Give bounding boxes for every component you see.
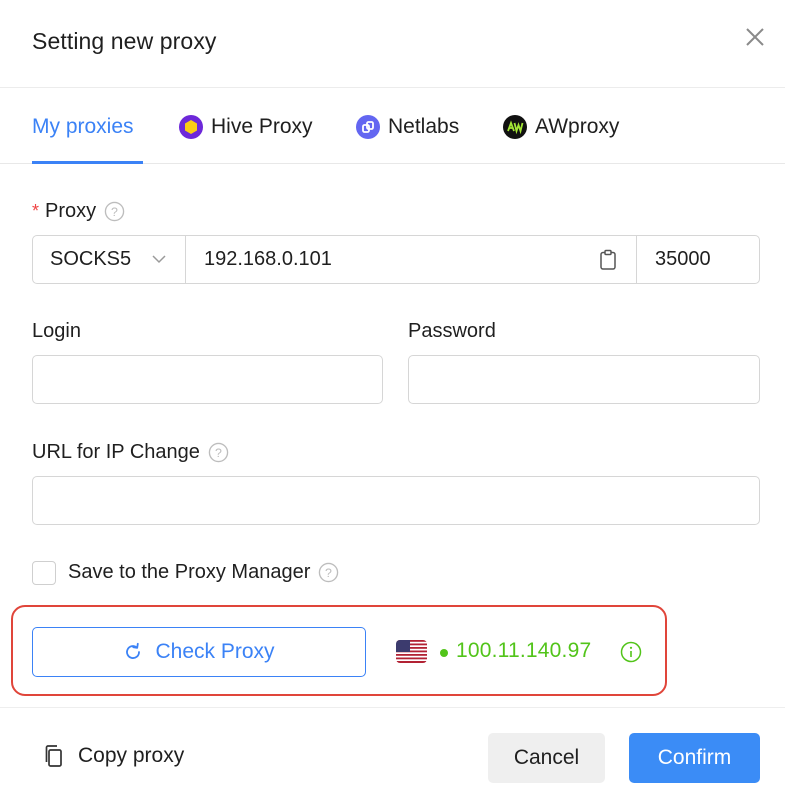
save-to-manager-text: Save to the Proxy Manager bbox=[68, 561, 311, 583]
dialog-header: Setting new proxy bbox=[0, 0, 785, 88]
save-to-manager-label: Save to the Proxy Manager ? bbox=[68, 561, 339, 584]
proxy-label: * Proxy ? bbox=[32, 200, 125, 223]
tab-netlabs[interactable]: Netlabs bbox=[356, 112, 459, 162]
proxy-input-group: SOCKS5 192.168.0.101 35000 bbox=[32, 235, 760, 284]
help-icon[interactable]: ? bbox=[208, 442, 229, 463]
confirm-button[interactable]: Confirm bbox=[629, 733, 760, 783]
copy-icon bbox=[45, 745, 62, 767]
netlabs-logo-icon bbox=[356, 115, 380, 139]
required-mark: * bbox=[32, 201, 40, 221]
help-icon[interactable]: ? bbox=[104, 201, 125, 222]
check-result-ip: 100.11.140.97 bbox=[456, 639, 592, 662]
footer-divider bbox=[0, 707, 785, 708]
save-to-manager-checkbox[interactable] bbox=[32, 561, 56, 585]
copy-proxy-label: Copy proxy bbox=[78, 744, 185, 767]
proxy-port-value: 35000 bbox=[655, 248, 711, 270]
proxy-port-input[interactable]: 35000 bbox=[637, 236, 759, 283]
tab-my-proxies[interactable]: My proxies bbox=[32, 112, 134, 162]
check-proxy-button[interactable]: Check Proxy bbox=[32, 627, 366, 677]
tab-label: My proxies bbox=[32, 115, 134, 138]
check-proxy-label: Check Proxy bbox=[155, 640, 275, 663]
active-tab-indicator bbox=[32, 161, 143, 164]
proxy-type-select[interactable]: SOCKS5 bbox=[33, 236, 186, 283]
tab-awproxy[interactable]: AWproxy bbox=[503, 112, 619, 162]
tab-label: Hive Proxy bbox=[211, 115, 313, 138]
provider-tabs: My proxies Hive Proxy Netlabs AWproxy bbox=[0, 88, 785, 164]
ip-change-url-label-text: URL for IP Change bbox=[32, 441, 200, 463]
us-flag-icon bbox=[396, 640, 427, 663]
cancel-button[interactable]: Cancel bbox=[488, 733, 605, 783]
close-icon[interactable] bbox=[740, 22, 770, 52]
svg-text:?: ? bbox=[325, 566, 332, 580]
dialog-title: Setting new proxy bbox=[32, 28, 217, 54]
help-icon[interactable]: ? bbox=[318, 562, 339, 583]
refresh-icon bbox=[126, 642, 141, 659]
svg-text:?: ? bbox=[111, 205, 118, 219]
login-field[interactable] bbox=[32, 355, 383, 404]
ip-change-url-label: URL for IP Change ? bbox=[32, 441, 229, 464]
login-label: Login bbox=[32, 320, 81, 342]
hive-proxy-logo-icon bbox=[179, 115, 203, 139]
proxy-dialog: Setting new proxy My proxies Hive Proxy … bbox=[0, 0, 785, 800]
proxy-host-input[interactable]: 192.168.0.101 bbox=[186, 236, 637, 283]
password-label: Password bbox=[408, 320, 496, 342]
chevron-down-icon bbox=[152, 255, 166, 264]
awproxy-logo-icon bbox=[503, 115, 527, 139]
ip-change-url-field[interactable] bbox=[32, 476, 760, 525]
status-dot bbox=[440, 649, 448, 657]
info-icon[interactable] bbox=[620, 641, 642, 663]
copy-proxy-button[interactable]: Copy proxy bbox=[44, 744, 184, 768]
proxy-type-value: SOCKS5 bbox=[50, 248, 132, 270]
svg-text:?: ? bbox=[215, 446, 222, 460]
tab-hive-proxy[interactable]: Hive Proxy bbox=[179, 112, 313, 162]
proxy-label-text: Proxy bbox=[45, 200, 97, 222]
tab-label: Netlabs bbox=[388, 115, 460, 138]
tab-label: AWproxy bbox=[535, 115, 620, 138]
clipboard-paste-icon[interactable] bbox=[598, 249, 618, 271]
password-field[interactable] bbox=[408, 355, 760, 404]
proxy-host-value: 192.168.0.101 bbox=[204, 248, 332, 270]
